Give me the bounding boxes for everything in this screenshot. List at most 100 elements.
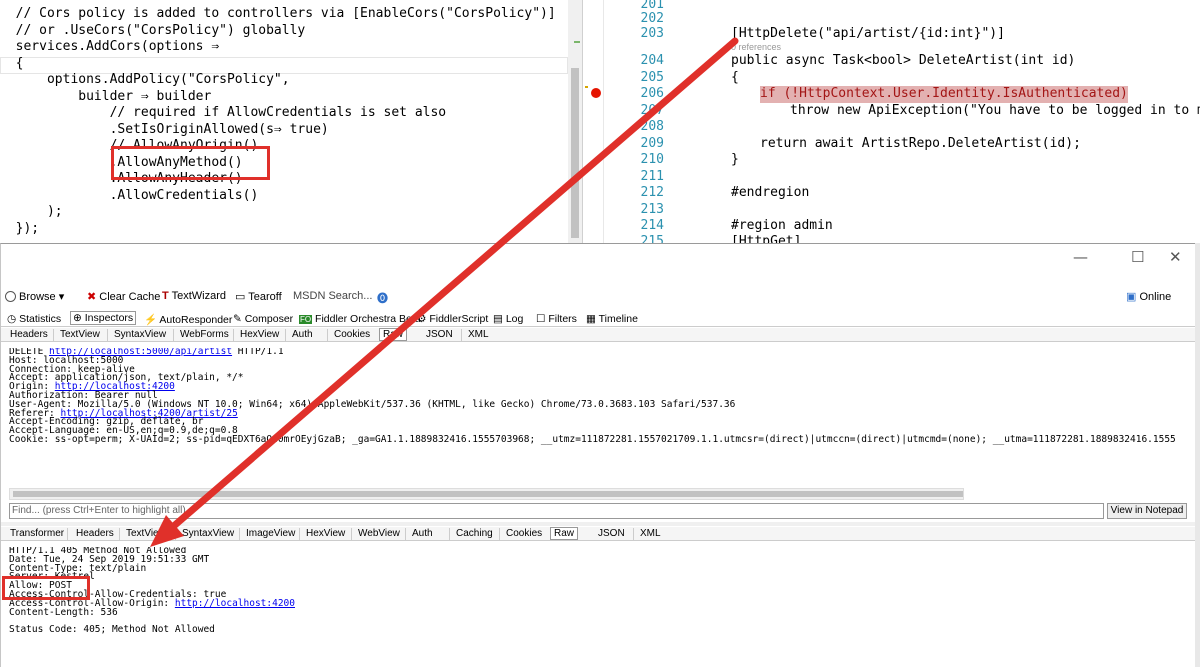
code-line: services.AddCors(options ⇒: [0, 39, 220, 54]
allow-origin-link[interactable]: http://localhost:4200: [175, 598, 295, 609]
close-button[interactable]: ✕: [1169, 248, 1182, 266]
line-number: 213: [640, 202, 664, 217]
help-icon[interactable]: ⓿: [377, 290, 388, 306]
tab-autoresponder[interactable]: ⚡ AutoResponder: [144, 313, 232, 326]
find-input[interactable]: Find... (press Ctrl+Enter to highlight a…: [9, 503, 1104, 519]
request-tabs: Headers TextView SyntaxView WebForms Hex…: [1, 328, 1196, 342]
left-code-editor: // Cors policy is added to controllers v…: [0, 0, 582, 243]
change-marker: [574, 41, 580, 43]
req-tab-raw[interactable]: Raw: [379, 328, 408, 341]
line-number: 209: [640, 136, 664, 151]
req-tab-cookies[interactable]: Cookies: [331, 329, 373, 340]
codelens-references[interactable]: 0 references: [731, 42, 781, 52]
tab-fiddlerscript[interactable]: ⚙ FiddlerScript: [417, 313, 488, 325]
response-tabs: Transformer Headers TextView SyntaxView …: [1, 527, 1196, 541]
code-line: // or .UseCors("CorsPolicy") globally: [0, 22, 306, 38]
resp-tab-headers[interactable]: Headers: [73, 528, 117, 539]
resp-tab-syntaxview[interactable]: SyntaxView: [179, 528, 237, 539]
text-wizard-icon: T: [162, 290, 169, 302]
resp-tab-auth[interactable]: Auth: [409, 528, 436, 539]
code-line-region: #region admin: [731, 218, 833, 233]
resp-tab-caching[interactable]: Caching: [453, 528, 496, 539]
title-bar: — ☐ ✕: [1, 244, 1196, 273]
maximize-button[interactable]: ☐: [1131, 248, 1144, 266]
tab-timeline[interactable]: ▦ Timeline: [586, 313, 638, 325]
tab-filters[interactable]: ☐ Filters: [536, 313, 577, 325]
horizontal-scrollbar[interactable]: [9, 488, 964, 500]
resp-tab-imageview[interactable]: ImageView: [243, 528, 298, 539]
browse-icon: [5, 291, 16, 302]
tearoff-icon: ▭: [235, 291, 246, 303]
resp-tab-xml[interactable]: XML: [637, 528, 664, 539]
vertical-scrollbar[interactable]: [568, 0, 582, 243]
annotation-box-allow-any-method: [111, 146, 270, 180]
splitter[interactable]: [1, 522, 1196, 526]
orchestra-icon: FO: [299, 315, 313, 324]
fiddler-window: — ☐ ✕ Browse ▾ ✖ Clear Cache T TextWizar…: [0, 243, 1196, 668]
code-line-return: return await ArtistRepo.DeleteArtist(id)…: [760, 136, 1081, 151]
request-raw-view[interactable]: DELETE http://localhost:5000/api/artist …: [9, 348, 1194, 488]
online-status[interactable]: ▣ Online: [1126, 290, 1171, 303]
line-number: 204: [640, 53, 664, 68]
code-line: // Cors policy is added to controllers v…: [0, 6, 556, 21]
code-line: // required if AllowCredentials is set a…: [0, 105, 447, 120]
code-line: options.AddPolicy("CorsPolicy",: [0, 72, 290, 87]
annotation-box-allow-post: [2, 576, 90, 600]
minimize-button[interactable]: —: [1073, 248, 1088, 266]
window-edge: [1195, 243, 1200, 667]
req-tab-auth[interactable]: Auth: [289, 329, 316, 340]
req-tab-hexview[interactable]: HexView: [237, 329, 282, 340]
network-icon: ▣: [1126, 291, 1137, 303]
code-line: .AllowCredentials(): [0, 187, 259, 203]
tab-fiddler-orchestra[interactable]: FO Fiddler Orchestra Beta: [299, 313, 421, 325]
scrollbar-thumb[interactable]: [571, 68, 579, 238]
main-tab-row: ◷ Statistics ⊕ Inspectors ⚡ AutoResponde…: [1, 310, 1196, 327]
resp-tab-json[interactable]: JSON: [595, 528, 628, 539]
resp-tab-cookies[interactable]: Cookies: [503, 528, 545, 539]
tab-log[interactable]: ▤ Log: [493, 313, 523, 325]
code-line-throw: throw new ApiException("You have to be l…: [790, 103, 1200, 118]
editor-gutter: [582, 0, 604, 243]
line-number: 208: [640, 119, 664, 134]
resp-tab-transformer[interactable]: Transformer: [7, 528, 67, 539]
clear-cache-button[interactable]: ✖ Clear Cache: [87, 290, 160, 303]
toolbar: Browse ▾ ✖ Clear Cache T TextWizard ▭ Te…: [1, 288, 1196, 308]
resp-tab-raw[interactable]: Raw: [550, 527, 579, 540]
tab-composer[interactable]: ✎ Composer: [233, 313, 293, 325]
resp-tab-textview[interactable]: TextView: [123, 528, 169, 539]
req-tab-syntaxview[interactable]: SyntaxView: [111, 329, 169, 340]
code-line: }: [731, 152, 739, 167]
req-tab-json[interactable]: JSON: [423, 329, 456, 340]
resp-tab-webview[interactable]: WebView: [355, 528, 403, 539]
tearoff-button[interactable]: ▭ Tearoff: [235, 290, 282, 303]
code-line: });: [0, 220, 40, 236]
header-cookie: Cookie: ss-opt=perm; X-UAId=2; ss-pid=qE…: [9, 433, 1176, 445]
scrollbar-thumb[interactable]: [13, 491, 963, 497]
code-line-method-signature: public async Task<bool> DeleteArtist(int…: [731, 53, 1076, 68]
resp-tab-hexview[interactable]: HexView: [303, 528, 348, 539]
code-line: {: [0, 55, 24, 71]
code-line-endregion: #endregion: [731, 185, 810, 200]
line-number: 214: [640, 218, 664, 233]
warning-marker: [585, 86, 588, 88]
code-line-httpget: [HttpGet]: [731, 234, 802, 243]
tab-statistics[interactable]: ◷ Statistics: [7, 313, 61, 325]
line-number: 211: [640, 169, 664, 184]
req-tab-xml[interactable]: XML: [465, 329, 492, 340]
tab-inspectors[interactable]: ⊕ Inspectors: [70, 311, 137, 325]
code-line: builder ⇒ builder: [0, 88, 212, 104]
response-raw-view[interactable]: HTTP/1.1 405 Method Not Allowed Date: Tu…: [9, 547, 1194, 668]
msdn-search-input[interactable]: MSDN Search...: [293, 290, 372, 302]
code-line: );: [0, 204, 63, 219]
browse-button[interactable]: Browse ▾: [5, 290, 64, 303]
line-number: 206: [640, 86, 664, 101]
request-protocol: HTTP/1.1: [232, 348, 284, 357]
code-line: .SetIsOriginAllowed(s⇒ true): [0, 121, 329, 137]
right-code-editor: 201 202 203 204 205 206 207 208 209 210 …: [604, 0, 1200, 243]
view-in-notepad-button[interactable]: View in Notepad: [1107, 503, 1187, 519]
req-tab-webforms[interactable]: WebForms: [177, 329, 232, 340]
req-tab-headers[interactable]: Headers: [7, 329, 51, 340]
text-wizard-button[interactable]: T TextWizard: [162, 290, 226, 302]
breakpoint-icon[interactable]: [591, 88, 601, 98]
req-tab-textview[interactable]: TextView: [57, 329, 103, 340]
